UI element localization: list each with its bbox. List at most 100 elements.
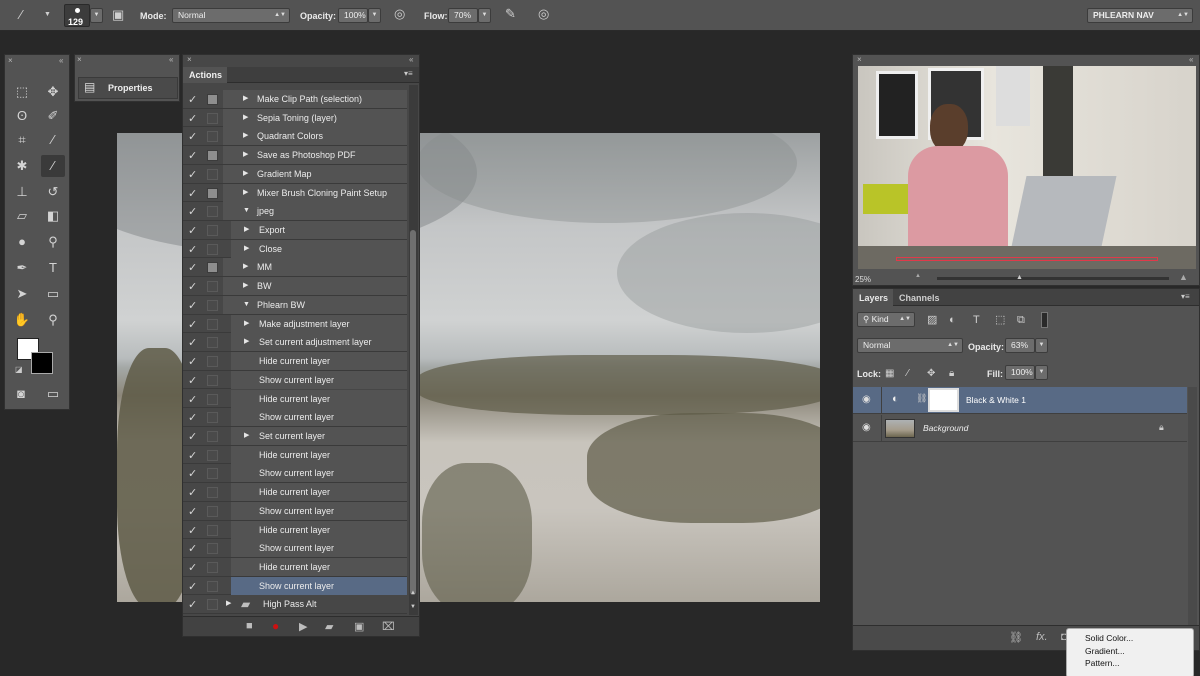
expand-right-triangle-icon[interactable]: ▶	[244, 333, 249, 351]
eraser-tool-icon[interactable]: ▱	[10, 205, 34, 227]
action-row-body[interactable]: Show current layer	[231, 408, 407, 427]
toggle-checkmark-icon[interactable]: ✓	[188, 430, 202, 443]
toggle-checkmark-icon[interactable]: ✓	[188, 355, 202, 368]
action-row[interactable]: ✓ Show current layer	[183, 464, 407, 484]
layer-row-black-white[interactable]: ◉ ◐ ⛓ Black & White 1	[853, 387, 1187, 414]
action-row-body[interactable]: Hide current layer	[231, 352, 407, 371]
action-row[interactable]: ✓ ▶ Sepia Toning (layer)	[183, 108, 407, 128]
flow-field[interactable]: 70%	[448, 8, 478, 23]
dialog-toggle-icon[interactable]	[207, 281, 218, 293]
opacity-slider-button[interactable]: ▼	[368, 8, 381, 23]
toggle-checkmark-icon[interactable]: ✓	[188, 336, 202, 349]
screen-mode-icon[interactable]: ▭	[41, 383, 65, 405]
action-row[interactable]: ✓ ▶ BW	[183, 277, 407, 296]
dialog-toggle-icon[interactable]	[207, 356, 218, 368]
visibility-eye-icon[interactable]: ◉	[862, 394, 871, 405]
toggle-checkmark-icon[interactable]: ✓	[188, 449, 202, 462]
background-color-swatch[interactable]	[31, 352, 53, 374]
toggle-checkmark-icon[interactable]: ✓	[188, 261, 202, 274]
layer-mask-thumbnail[interactable]	[928, 388, 959, 412]
toggle-checkmark-icon[interactable]: ✓	[188, 299, 202, 312]
mode-dropdown[interactable]: Normal ▲▼	[172, 8, 290, 23]
dialog-toggle-icon[interactable]	[207, 393, 218, 405]
healing-brush-tool-icon[interactable]: ✱	[10, 155, 34, 177]
action-row[interactable]: ✓ Show current layer	[183, 539, 407, 558]
action-row-body[interactable]: Hide current layer	[231, 483, 407, 502]
action-row-body[interactable]: ▶ Set current layer	[231, 426, 407, 445]
filter-shape-icon[interactable]: ⬚	[995, 313, 1005, 327]
lock-all-icon[interactable]: 🔒︎	[949, 367, 954, 381]
dialog-toggle-icon[interactable]	[207, 449, 218, 461]
move-tool-icon[interactable]: ✥	[41, 81, 65, 103]
layer-opacity-field[interactable]: 63%	[1005, 338, 1035, 353]
action-row-body[interactable]: ▶ Set current adjustment layer	[231, 333, 407, 352]
panel-menu-icon[interactable]: ▾≡	[404, 69, 413, 78]
action-row-body[interactable]: ▶ MM	[223, 258, 407, 277]
dialog-toggle-icon[interactable]	[207, 430, 218, 442]
action-row[interactable]: ✓ Show current layer	[183, 501, 407, 521]
dialog-toggle-icon[interactable]	[207, 487, 218, 499]
pressure-size-icon[interactable]: ◎	[538, 7, 549, 21]
eyedropper-tool-icon[interactable]: ⁄	[41, 129, 65, 151]
action-row[interactable]: ✓ ▶ Close	[183, 239, 407, 259]
panel-menu-icon[interactable]: ▾≡	[1181, 292, 1190, 301]
close-icon[interactable]: ×	[187, 55, 192, 64]
tab-actions[interactable]: Actions	[183, 67, 227, 83]
action-row-body[interactable]: Show current layer	[231, 464, 407, 483]
quick-selection-tool-icon[interactable]: ✐	[41, 105, 65, 127]
collapse-icon[interactable]: «	[169, 55, 173, 64]
dialog-toggle-icon[interactable]	[207, 524, 218, 536]
filter-type-icon[interactable]: T	[973, 313, 980, 327]
action-row-body[interactable]: ▶ Mixer Brush Cloning Paint Setup	[223, 183, 407, 202]
dialog-toggle-icon[interactable]	[207, 187, 218, 199]
dialog-toggle-icon[interactable]	[207, 299, 218, 311]
toggle-checkmark-icon[interactable]: ✓	[188, 561, 202, 574]
expand-right-triangle-icon[interactable]: ▶	[243, 90, 248, 108]
toggle-checkmark-icon[interactable]: ✓	[188, 168, 202, 181]
lock-position-icon[interactable]: ✥	[927, 367, 935, 381]
dialog-toggle-icon[interactable]	[207, 374, 218, 386]
action-row-body[interactable]: ▶ Sepia Toning (layer)	[223, 108, 407, 127]
expand-right-triangle-icon[interactable]: ▶	[244, 221, 249, 239]
toggle-checkmark-icon[interactable]: ✓	[188, 224, 202, 237]
action-row[interactable]: ✓ ▶ Mixer Brush Cloning Paint Setup	[183, 183, 407, 203]
zoom-in-mountain-icon[interactable]: ▲	[1179, 272, 1188, 282]
layer-row-background[interactable]: ◉ Background 🔒︎	[853, 415, 1187, 442]
play-icon[interactable]: ▶	[299, 620, 307, 633]
action-row[interactable]: ✓ Hide current layer	[183, 352, 407, 371]
action-row-body[interactable]: Hide current layer	[231, 445, 407, 464]
toggle-checkmark-icon[interactable]: ✓	[188, 93, 202, 106]
blur-tool-icon[interactable]: ●	[10, 231, 34, 253]
action-row-body[interactable]: ▶ Gradient Map	[223, 164, 407, 183]
dialog-toggle-icon[interactable]	[207, 112, 218, 124]
collapse-icon[interactable]: «	[59, 56, 63, 65]
action-row[interactable]: ✓ Show current layer	[183, 576, 407, 596]
toggle-checkmark-icon[interactable]: ✓	[188, 318, 202, 331]
clone-stamp-tool-icon[interactable]: ⊥	[10, 181, 34, 203]
action-row[interactable]: ✓ ▼ Phlearn BW	[183, 295, 407, 315]
gradient-tool-icon[interactable]: ◧	[41, 205, 65, 227]
visibility-eye-icon[interactable]: ◉	[862, 422, 871, 433]
action-row[interactable]: ✓ ▶ MM	[183, 258, 407, 278]
filter-kind-dropdown[interactable]: ⚲ Kind ▲▼	[857, 312, 915, 327]
hand-tool-icon[interactable]: ✋	[10, 309, 34, 331]
zoom-tool-icon[interactable]: ⚲	[41, 309, 65, 331]
expand-right-triangle-icon[interactable]: ▶	[243, 184, 248, 202]
lock-pixels-icon[interactable]: ⁄	[907, 367, 909, 381]
dialog-toggle-icon[interactable]	[207, 318, 218, 330]
actions-scrollbar[interactable]	[409, 85, 418, 615]
blend-mode-dropdown[interactable]: Normal ▲▼	[857, 338, 963, 353]
toggle-checkmark-icon[interactable]: ✓	[188, 205, 202, 218]
stop-icon[interactable]: ■	[246, 620, 253, 632]
dialog-toggle-icon[interactable]	[207, 412, 218, 424]
action-row-body[interactable]: Show current layer	[231, 501, 407, 520]
action-row-body[interactable]: Show current layer	[231, 539, 407, 558]
expand-right-triangle-icon[interactable]: ▶	[243, 258, 248, 276]
new-action-icon[interactable]: ▣	[354, 620, 364, 633]
action-row-body[interactable]: ▶ Make Clip Path (selection)	[223, 90, 407, 108]
flow-slider-button[interactable]: ▼	[478, 8, 491, 23]
action-row[interactable]: ✓ ▶ Make Clip Path (selection)	[183, 90, 407, 109]
action-row-body[interactable]: ▶ Close	[231, 239, 407, 258]
toggle-checkmark-icon[interactable]: ✓	[188, 467, 202, 480]
lasso-tool-icon[interactable]: ʘ	[10, 105, 34, 127]
